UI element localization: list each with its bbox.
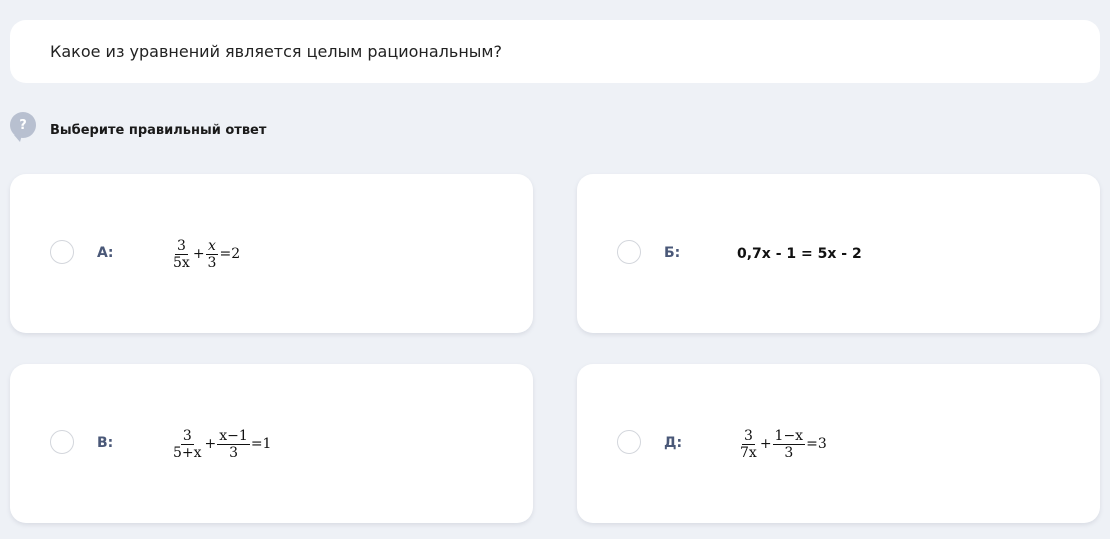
question-text: Какое из уравнений является целым рацион… [50, 42, 502, 61]
answer-option-a[interactable]: А: 3 5x + x 3 =2 [10, 174, 533, 333]
option-letter: В: [97, 435, 114, 451]
answer-option-v[interactable]: В: 3 5+x + x−1 3 =1 [10, 364, 533, 523]
option-letter: Д: [664, 435, 683, 451]
denominator: 7x [740, 444, 757, 461]
fraction: 3 7x [738, 428, 759, 461]
denominator: 5x [173, 254, 190, 271]
question-card: Какое из уравнений является целым рацион… [10, 20, 1100, 83]
equation: 3 5x + x 3 =2 [170, 234, 240, 274]
radio-button-a[interactable] [50, 240, 74, 264]
hint-text: Выберите правильный ответ [50, 123, 267, 138]
numerator: 3 [180, 427, 194, 445]
plus-sign: + [192, 246, 205, 262]
option-letter: А: [97, 245, 114, 261]
plus-sign: + [204, 436, 217, 452]
equation-text: 0,7x - 1 = 5x - 2 [737, 246, 862, 262]
numerator: 3 [174, 237, 188, 255]
fraction: 3 5+x [171, 428, 204, 461]
numerator: x−1 [217, 427, 250, 445]
denominator: 3 [784, 444, 794, 461]
answer-option-b[interactable]: Б: 0,7x - 1 = 5x - 2 [577, 174, 1100, 333]
denominator: 3 [229, 444, 239, 461]
right-hand-side: =1 [250, 436, 272, 452]
radio-button-b[interactable] [617, 240, 641, 264]
fraction: 1−x 3 [772, 427, 806, 461]
denominator: 5+x [173, 444, 202, 461]
hint-row: ? Выберите правильный ответ [10, 112, 266, 148]
answer-option-d[interactable]: Д: 3 7x + 1−x 3 =3 [577, 364, 1100, 523]
right-hand-side: =3 [806, 436, 827, 452]
denominator: 3 [207, 254, 217, 271]
option-letter: Б: [664, 245, 681, 261]
equation: 3 5+x + x−1 3 =1 [170, 424, 271, 464]
numerator: 3 [741, 427, 755, 445]
fraction: 3 5x [171, 238, 192, 271]
radio-button-v[interactable] [50, 430, 74, 454]
right-hand-side: =2 [219, 246, 241, 262]
fraction: x−1 3 [217, 428, 250, 461]
fraction: x 3 [206, 238, 219, 271]
numerator: x [206, 237, 218, 255]
plus-sign: + [759, 436, 772, 452]
equation: 3 7x + 1−x 3 =3 [737, 424, 827, 464]
equation: 0,7x - 1 = 5x - 2 [737, 234, 862, 274]
numerator: 1−x [772, 427, 806, 445]
help-icon: ? [10, 112, 36, 142]
radio-button-d[interactable] [617, 430, 641, 454]
